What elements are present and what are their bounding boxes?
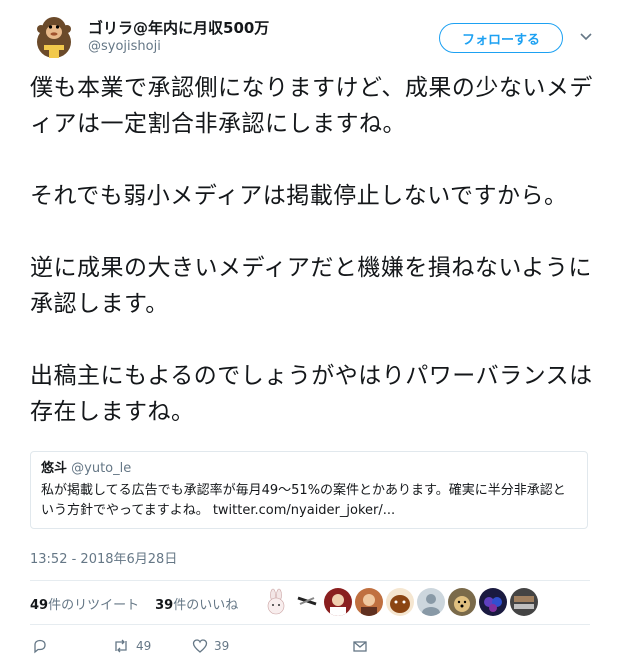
panel-avatar[interactable] xyxy=(510,588,538,616)
author-display-name[interactable]: ゴリラ@年内に月収500万 xyxy=(88,17,269,38)
envelope-icon xyxy=(353,641,367,652)
reply-button[interactable] xyxy=(32,638,54,654)
author-avatar[interactable] xyxy=(30,12,78,60)
tweet-paragraph: 逆に成果の大きいメディアだと機嫌を損ねないように承認します。 xyxy=(30,255,592,317)
tweet-paragraph: 僕も本業で承認側になりますけど、成果の少ないメディアは一定割合非承認にしますね。 xyxy=(30,75,593,137)
retweet-stat[interactable]: 49件のリツイート xyxy=(30,594,139,613)
direct-message-button[interactable] xyxy=(352,638,368,654)
retweet-stat-label: 件のリツイート xyxy=(48,597,140,613)
heart-icon xyxy=(192,639,208,653)
dog-avatar[interactable] xyxy=(448,588,476,616)
quoted-tweet-header: 悠斗 @yuto_le xyxy=(41,460,577,478)
quoted-author-name: 悠斗 xyxy=(41,461,68,476)
default-user-avatar[interactable] xyxy=(417,588,445,616)
quoted-tweet[interactable]: 悠斗 @yuto_le 私が掲載してる広告でも承認率が毎月49〜51%の案件とか… xyxy=(30,451,588,529)
person-avatar[interactable] xyxy=(355,588,383,616)
tweet-paragraph: 出稿主にもよるのでしょうがやはりパワーバランスは存在しますね。 xyxy=(30,363,593,425)
tweet-actions: 49 39 xyxy=(30,638,590,658)
like-stat-label: 件のいいね xyxy=(173,597,239,613)
follow-button[interactable]: フォローする xyxy=(439,23,563,53)
tweet-stats: 49件のリツイート 39件のいいね xyxy=(30,587,254,619)
gorilla-icon xyxy=(30,12,78,60)
retweet-stat-count: 49 xyxy=(30,597,49,613)
quoted-tweet-text: 私が掲載してる広告でも承認率が毎月49〜51%の案件とかあります。確実に半分非承… xyxy=(41,483,566,518)
cat-party-avatar[interactable] xyxy=(479,588,507,616)
reply-icon xyxy=(34,639,46,654)
like-stat-count: 39 xyxy=(155,597,174,613)
person-avatar[interactable] xyxy=(324,588,352,616)
quoted-author-handle: @yuto_le xyxy=(71,461,132,476)
tweet-text: 僕も本業で承認側になりますけど、成果の少ないメディアは一定割合非承認にしますね。… xyxy=(30,70,595,466)
divider xyxy=(30,580,590,581)
author-screen-name[interactable]: @syojishoji xyxy=(88,39,161,54)
retweet-icon xyxy=(115,639,127,653)
divider xyxy=(30,624,590,625)
liker-avatars xyxy=(262,588,541,616)
tweet-header: ゴリラ@年内に月収500万 @syojishoji フォローする xyxy=(30,12,600,62)
chevron-down-icon[interactable] xyxy=(578,28,594,44)
retweet-button[interactable]: 49 xyxy=(112,638,151,654)
tool-avatar[interactable] xyxy=(293,588,321,616)
rabbit-avatar[interactable] xyxy=(262,588,290,616)
like-stat[interactable]: 39件のいいね xyxy=(155,594,238,613)
brown-blob-avatar[interactable] xyxy=(386,588,414,616)
like-count: 39 xyxy=(214,639,230,653)
like-button[interactable]: 39 xyxy=(192,638,229,654)
retweet-count: 49 xyxy=(136,639,152,653)
tweet-timestamp[interactable]: 13:52 - 2018年6月28日 xyxy=(30,548,177,567)
tweet-paragraph: それでも弱小メディアは掲載停止しないですから。 xyxy=(30,183,568,209)
